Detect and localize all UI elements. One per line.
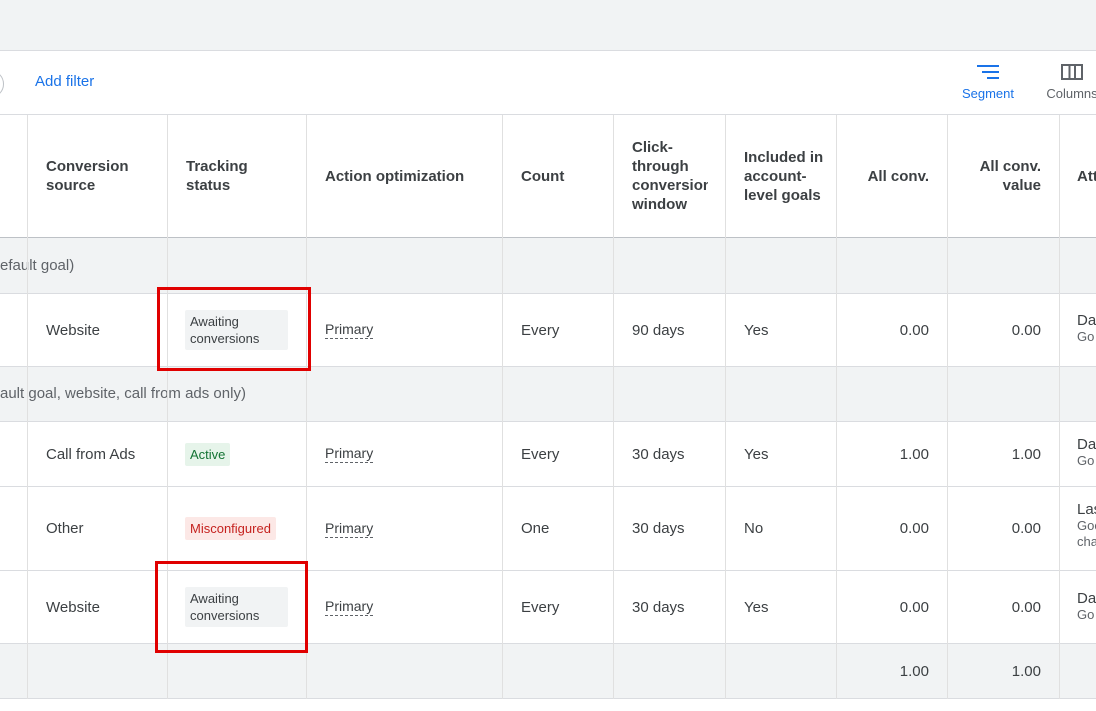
tracking-status-cell: Misconfigured <box>185 487 276 570</box>
all-conv-cell: 0.00 <box>899 520 929 537</box>
attribution-subtext-2: cha <box>1077 534 1096 549</box>
action-optimization-link[interactable]: Primary <box>325 520 374 538</box>
status-badge: Misconfigured <box>185 517 276 540</box>
conversion-source-cell: Website <box>46 598 100 616</box>
window-cell: 30 days <box>632 520 685 537</box>
attribution-cell: Da Go <box>1077 437 1096 469</box>
attribution-cell: Las Goo cha <box>1077 502 1096 550</box>
included-cell: No <box>744 520 764 537</box>
all-conv-value-cell: 0.00 <box>1011 520 1041 537</box>
col-header-all-conv[interactable]: All conv. <box>836 115 929 237</box>
action-optimization-link[interactable]: Primary <box>325 598 374 616</box>
window-cell: 30 days <box>632 598 685 616</box>
count-cell: Every <box>521 598 560 616</box>
col-header-count[interactable]: Count <box>521 115 606 237</box>
col-header-conversion-source[interactable]: Conversion source <box>46 115 161 237</box>
segment-button[interactable]: Segment <box>955 62 1021 101</box>
count-cell: Every <box>521 321 560 339</box>
add-filter-button[interactable]: Add filter <box>35 73 94 90</box>
column-divider <box>1059 115 1060 699</box>
action-optimization-cell: Primary <box>325 294 374 366</box>
count-cell: One <box>521 520 550 537</box>
attribution-subtext: Goo <box>1077 518 1096 533</box>
total-all-conv: 1.00 <box>899 662 929 680</box>
top-bar <box>0 0 1096 51</box>
all-conv-value-cell: 0.00 <box>1011 598 1041 616</box>
column-divider <box>502 115 503 699</box>
all-conv-value-cell: 1.00 <box>1011 445 1041 463</box>
group-row[interactable] <box>0 238 1096 294</box>
highlight-box <box>155 561 308 653</box>
included-cell: Yes <box>744 321 769 339</box>
col-header-tracking-status[interactable]: Tracking status <box>186 115 296 237</box>
attribution-model: Da <box>1077 436 1096 453</box>
col-header-attribution[interactable]: Att <box>1077 115 1096 237</box>
conversion-source-cell: Other <box>46 520 84 537</box>
action-optimization-cell: Primary <box>325 422 374 486</box>
status-badge: Active <box>185 442 231 466</box>
action-optimization-cell: Primary <box>325 487 374 570</box>
column-divider <box>836 115 837 699</box>
count-cell: Every <box>521 445 560 463</box>
col-header-click-through-window[interactable]: Click-through conversion window <box>632 115 708 237</box>
attribution-subtext: Go <box>1077 453 1095 468</box>
segment-label: Segment <box>961 86 1015 101</box>
all-conv-cell: 1.00 <box>899 445 929 463</box>
columns-icon <box>1061 64 1083 80</box>
attribution-model: Las <box>1077 501 1096 518</box>
attribution-model: Da <box>1077 312 1096 329</box>
included-cell: Yes <box>744 445 769 463</box>
col-header-all-conv-value[interactable]: All conv. value <box>948 115 1041 237</box>
group-label: ault goal, website, call from ads only) <box>0 385 246 402</box>
segment-icon <box>977 65 999 79</box>
action-optimization-cell: Primary <box>325 571 374 643</box>
conversion-source-cell: Website <box>46 321 100 339</box>
included-cell: Yes <box>744 598 769 616</box>
attribution-cell: Da Go <box>1077 591 1096 623</box>
column-divider <box>27 115 28 699</box>
col-header-action-optimization[interactable]: Action optimization <box>325 115 495 237</box>
columns-button[interactable]: Columns <box>1040 62 1096 101</box>
all-conv-cell: 0.00 <box>899 321 929 339</box>
attribution-subtext: Go <box>1077 329 1095 344</box>
window-cell: 30 days <box>632 445 685 463</box>
tracking-status-cell: Active <box>185 422 231 486</box>
highlight-box <box>157 287 311 371</box>
column-divider <box>947 115 948 699</box>
all-conv-cell: 0.00 <box>899 598 929 616</box>
window-cell: 90 days <box>632 321 685 339</box>
all-conv-value-cell: 0.00 <box>1011 321 1041 339</box>
action-optimization-link[interactable]: Primary <box>325 321 374 339</box>
table-toolbar <box>0 51 1096 115</box>
attribution-model: Da <box>1077 590 1096 607</box>
columns-label: Columns <box>1046 86 1096 101</box>
group-label: efault goal) <box>0 257 75 274</box>
action-optimization-link[interactable]: Primary <box>325 445 374 463</box>
attribution-cell: Da Go <box>1077 313 1096 345</box>
attribution-subtext: Go <box>1077 607 1095 622</box>
conversion-source-cell: Call from Ads <box>46 445 136 463</box>
total-all-conv-value: 1.00 <box>1011 662 1041 680</box>
column-divider <box>725 115 726 699</box>
column-divider <box>613 115 614 699</box>
col-header-included-in-goals[interactable]: Included in account-level goals <box>744 115 826 237</box>
